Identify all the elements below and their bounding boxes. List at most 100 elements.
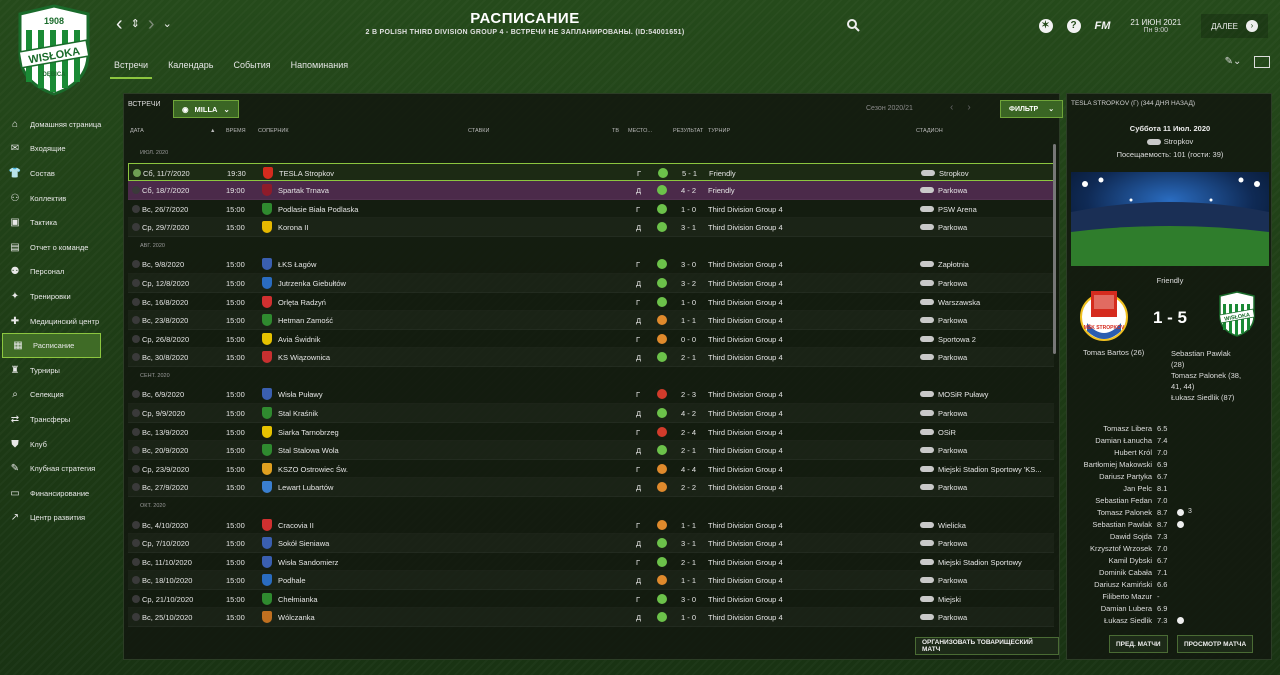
col-competition[interactable]: ТУРНИР — [708, 128, 730, 134]
back-icon[interactable]: ‹ — [116, 14, 123, 34]
opponent-name[interactable]: KS Wiązownica — [278, 353, 330, 362]
player-rating-row[interactable]: Damian Łanucha 7.4 — [1067, 436, 1273, 448]
opponent-crest-icon[interactable] — [262, 258, 272, 271]
opponent-name[interactable]: TESLA Stropkov — [279, 169, 334, 178]
fixture-result[interactable]: 3 - 2 — [681, 279, 696, 288]
player-name[interactable]: Bartłomiej Makowski — [1084, 460, 1152, 469]
next-season-icon[interactable]: › — [967, 102, 970, 113]
player-name[interactable]: Kamil Dybski — [1109, 556, 1152, 565]
fixture-competition[interactable]: Third Division Group 4 — [708, 353, 783, 362]
fixture-row[interactable]: Вс, 6/9/2020 15:00 Wisła Puławy Г 2 - 3 Third… — [128, 385, 1054, 405]
opponent-name[interactable]: Hetman Zamość — [278, 316, 333, 325]
fixture-row[interactable]: Вс, 16/8/2020 15:00 Orlęta Radzyń Г 1 - 0 Thi… — [128, 293, 1054, 312]
fixture-competition[interactable]: Third Division Group 4 — [708, 298, 783, 307]
up-down-icon[interactable]: ⇕ — [131, 14, 140, 34]
select-radio[interactable] — [132, 204, 140, 213]
fixture-result[interactable]: 5 - 1 — [682, 169, 697, 178]
arrange-friendly-button[interactable]: ОРГАНИЗОВАТЬ ТОВАРИЩЕСКИЙ МАТЧ — [915, 637, 1059, 655]
fixture-row[interactable]: Вс, 26/7/2020 15:00 Podlasie Biała Podlask… — [128, 200, 1054, 219]
player-rating-row[interactable]: Damian Lubera 6.9 — [1067, 604, 1273, 616]
fm-menu-button[interactable]: FM — [1095, 20, 1111, 32]
fixture-row[interactable]: Ср, 21/10/2020 15:00 Chełmianka Г 3 - 0 Third… — [128, 590, 1054, 609]
fixture-row[interactable]: Ср, 26/8/2020 15:00 Avia Świdnik Г 0 - 0 Thir… — [128, 330, 1054, 349]
sidebar-item[interactable]: ▭ Финансирование — [0, 481, 104, 506]
col-time[interactable]: ВРЕМЯ — [226, 128, 246, 134]
opponent-crest-icon[interactable] — [262, 221, 272, 234]
fixture-competition[interactable]: Third Division Group 4 — [708, 558, 783, 567]
select-radio[interactable] — [132, 409, 140, 418]
select-radio[interactable] — [133, 168, 141, 177]
fixture-row[interactable]: Ср, 12/8/2020 15:00 Jutrzenka Giebułtów Д 3 … — [128, 274, 1054, 293]
sidebar-item[interactable]: ✦ Тренировки — [0, 284, 104, 309]
opponent-crest-icon[interactable] — [262, 276, 272, 289]
fixture-competition[interactable]: Third Division Group 4 — [708, 521, 783, 530]
player-name[interactable]: Tomasz Palonek — [1097, 508, 1152, 517]
fixture-result[interactable]: 3 - 0 — [681, 260, 696, 269]
fixture-result[interactable]: 1 - 0 — [681, 298, 696, 307]
opponent-crest-icon[interactable] — [262, 407, 272, 420]
fixture-result[interactable]: 0 - 0 — [681, 335, 696, 344]
select-radio[interactable] — [132, 316, 140, 325]
fixture-result[interactable]: 1 - 1 — [681, 576, 696, 585]
opponent-name[interactable]: Wisła Puławy — [278, 390, 323, 399]
season-selector[interactable]: Сезон 2020/21 — [866, 105, 913, 112]
fixture-competition[interactable]: Third Division Group 4 — [708, 483, 783, 492]
select-radio[interactable] — [132, 390, 140, 399]
fixture-row[interactable]: Ср, 23/9/2020 15:00 KSZO Ostrowiec Św. Г 4 -… — [128, 460, 1054, 479]
player-rating-row[interactable]: Dominik Cabała 7.1 — [1067, 568, 1273, 580]
col-tv[interactable]: ТВ — [612, 128, 619, 134]
fixture-competition[interactable]: Third Division Group 4 — [708, 316, 783, 325]
opponent-name[interactable]: Korona II — [278, 223, 308, 232]
opponent-name[interactable]: Podlasie Biała Podlaska — [278, 205, 358, 214]
opponent-crest-icon[interactable] — [262, 184, 272, 197]
sidebar-item[interactable]: ▦ Расписание — [2, 333, 101, 358]
fixture-result[interactable]: 2 - 1 — [681, 353, 696, 362]
fixture-competition[interactable]: Third Division Group 4 — [708, 260, 783, 269]
player-rating-row[interactable]: Tomasz Palonek 8.7 3 — [1067, 508, 1273, 520]
sidebar-item[interactable]: ▣ Тактика — [0, 210, 104, 235]
fixture-result[interactable]: 3 - 1 — [681, 539, 696, 548]
select-radio[interactable] — [132, 353, 140, 362]
col-place[interactable]: МЕСТО... — [628, 128, 652, 134]
fixture-row[interactable]: Ср, 29/7/2020 15:00 Korona II Д 3 - 1 Third D… — [128, 218, 1054, 237]
fixture-row[interactable]: Вс, 20/9/2020 15:00 Stal Stalowa Wola Д 2 - … — [128, 441, 1054, 460]
player-name[interactable]: Damian Lubera — [1101, 604, 1152, 613]
opponent-crest-icon[interactable] — [262, 592, 272, 605]
fixture-competition[interactable]: Third Division Group 4 — [708, 223, 783, 232]
opponent-name[interactable]: Wólczanka — [278, 613, 315, 622]
fixture-row[interactable]: Вс, 25/10/2020 15:00 Wólczanka Д 1 - 0 Third … — [128, 608, 1054, 628]
select-radio[interactable] — [132, 483, 140, 492]
select-radio[interactable] — [132, 539, 140, 548]
continue-button[interactable]: ДАЛЕЕ › — [1201, 14, 1268, 38]
fixture-result[interactable]: 4 - 2 — [681, 409, 696, 418]
sidebar-item[interactable]: ⌂ Домашняя страница — [0, 112, 104, 137]
fixture-competition[interactable]: Third Division Group 4 — [708, 595, 783, 604]
sidebar-item[interactable]: ⇄ Трансферы — [0, 407, 104, 432]
history-dropdown-icon[interactable]: ⌄ — [163, 14, 172, 34]
sidebar-item[interactable]: ✎ Клубная стратегия — [0, 456, 104, 481]
select-radio[interactable] — [132, 613, 140, 622]
fixture-row[interactable]: Вс, 9/8/2020 15:00 ŁKS Łagów Г 3 - 0 Third Di… — [128, 255, 1054, 274]
sort-asc-icon[interactable]: ▲ — [210, 128, 215, 134]
opponent-name[interactable]: Chełmianka — [278, 595, 318, 604]
help-icon[interactable]: ? — [1066, 19, 1081, 33]
select-radio[interactable] — [132, 297, 140, 306]
fixture-result[interactable]: 1 - 1 — [681, 521, 696, 530]
opponent-crest-icon[interactable] — [262, 611, 272, 624]
scrollbar[interactable] — [1053, 144, 1056, 354]
fixture-result[interactable]: 2 - 3 — [681, 390, 696, 399]
player-rating-row[interactable]: Kamil Dybski 6.7 — [1067, 556, 1273, 568]
player-name[interactable]: Sebastian Pawlak — [1092, 520, 1152, 529]
fixture-result[interactable]: 2 - 1 — [681, 558, 696, 567]
fixture-row[interactable]: Ср, 9/9/2020 15:00 Stal Kraśnik Д 4 - 2 Third… — [128, 404, 1054, 423]
fixture-row[interactable]: Вс, 30/8/2020 15:00 KS Wiązownica Д 2 - 1 Thi… — [128, 348, 1054, 367]
opponent-name[interactable]: Sokół Sieniawa — [278, 539, 329, 548]
col-odds[interactable]: СТАВКИ — [468, 128, 489, 134]
player-rating-row[interactable]: Tomasz Libera 6.5 — [1067, 424, 1273, 436]
select-radio[interactable] — [132, 186, 140, 195]
sidebar-item[interactable]: ⚇ Коллектив — [0, 186, 104, 211]
fixture-row[interactable]: Ср, 7/10/2020 15:00 Sokół Sieniawa Д 3 - 1 Th… — [128, 534, 1054, 553]
player-name[interactable]: Sebastian Fedan — [1095, 496, 1152, 505]
select-radio[interactable] — [132, 334, 140, 343]
fixture-result[interactable]: 1 - 0 — [681, 205, 696, 214]
